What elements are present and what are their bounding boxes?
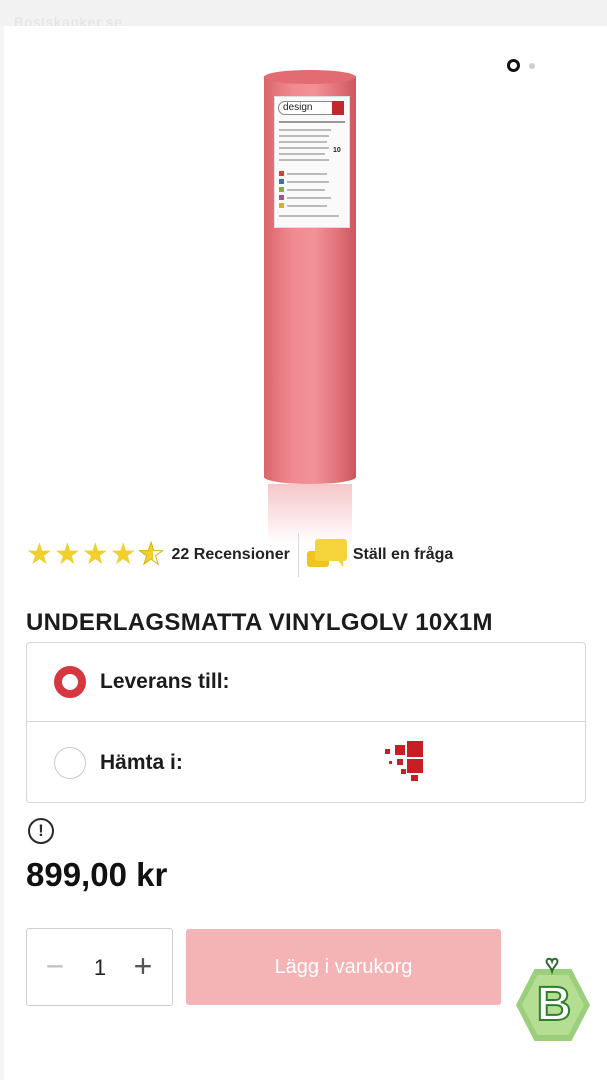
info-exclamation-icon[interactable]: !: [28, 818, 54, 844]
browser-top-bar: Bostskanker.se: [0, 0, 607, 30]
delivery-options: Leverans till: Hämta i:: [26, 642, 586, 803]
bostskanker-logo-badge[interactable]: ♥ B: [514, 951, 592, 1045]
heart-icon: ♥: [544, 951, 559, 976]
quantity-stepper: − 1 +: [26, 928, 173, 1006]
gallery-dot[interactable]: [529, 62, 535, 69]
loading-icon: [381, 739, 431, 783]
reviews-link[interactable]: 22 Recensioner: [172, 546, 290, 564]
product-label-brand: design: [278, 101, 344, 115]
product-title: UNDERLAGSMATTA VINYLGOLV 10X1M: [26, 609, 493, 636]
radio-unselected-icon[interactable]: [54, 746, 86, 779]
logo-b-icon: B: [536, 977, 573, 1032]
decrease-quantity-button[interactable]: −: [39, 950, 71, 983]
product-image-gallery[interactable]: design 10: [4, 26, 607, 544]
product-label-number: 10: [333, 147, 341, 154]
star-icon: ★: [109, 538, 137, 571]
star-rating[interactable]: ★ ★ ★ ★ ★: [26, 538, 165, 571]
star-icon: ★: [81, 538, 109, 571]
product-price: 899,00 kr: [26, 856, 168, 893]
half-star-icon: ★: [137, 538, 165, 571]
star-icon: ★: [53, 538, 81, 571]
delivery-option-ship[interactable]: Leverans till:: [27, 643, 585, 722]
product-label: design 10: [274, 96, 350, 228]
radio-selected-icon[interactable]: [54, 666, 86, 698]
gallery-pagination: [507, 59, 535, 72]
pickup-option-label: Hämta i:: [100, 750, 183, 774]
quantity-input[interactable]: 1: [85, 955, 115, 981]
star-icon: ★: [26, 538, 53, 571]
add-to-cart-button[interactable]: Lägg i varukorg: [186, 929, 501, 1005]
delivery-option-pickup[interactable]: Hämta i:: [27, 723, 585, 802]
gallery-dot-active[interactable]: [507, 59, 520, 72]
rating-row: ★ ★ ★ ★ ★ 22 Recensioner Ställ en fråga: [26, 533, 453, 577]
product-image: design 10: [264, 70, 356, 544]
delivery-option-label: Leverans till:: [100, 670, 230, 693]
roll-top: [264, 70, 356, 84]
increase-quantity-button[interactable]: +: [127, 950, 159, 983]
divider: [297, 533, 299, 577]
chat-bubbles-icon[interactable]: [306, 539, 349, 571]
ask-question-link[interactable]: Ställ en fråga: [353, 546, 453, 564]
